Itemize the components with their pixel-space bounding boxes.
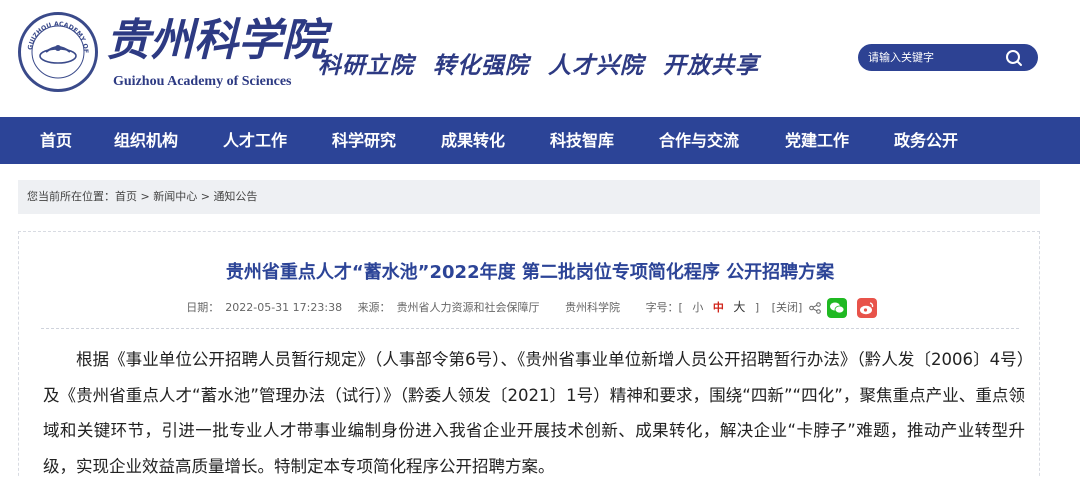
nav-item-home[interactable]: 首页	[40, 117, 72, 164]
brand-name-en: Guizhou Academy of Sciences	[113, 74, 292, 89]
breadcrumb-separator: >	[200, 190, 210, 203]
article-meta: 日期： 2022-05-31 17:23:38 来源： 贵州省人力资源和社会保障厅 …	[19, 298, 1041, 318]
nav-item-think-tank[interactable]: 科技智库	[550, 117, 614, 164]
search-input[interactable]	[868, 48, 998, 67]
search-button[interactable]	[998, 46, 1030, 69]
breadcrumb-notices[interactable]: 通知公告	[213, 190, 257, 203]
source-label: 来源：	[357, 301, 391, 314]
font-size-label: 字号：[	[645, 301, 683, 314]
article-panel: 贵州省重点人才“蓄水池”2022年度 第二批岗位专项简化程序 公开招聘方案 日期…	[18, 231, 1040, 477]
slogan: 科研立院 转化强院 人才兴院 开放共享	[318, 52, 760, 79]
weibo-icon[interactable]	[856, 298, 877, 318]
share-icon[interactable]	[808, 302, 821, 314]
breadcrumb-separator: >	[140, 190, 150, 203]
brand-name-cn[interactable]: 贵州科学院	[106, 10, 326, 72]
breadcrumb-prefix: 您当前所在位置：	[27, 190, 115, 203]
article-source: 贵州省人力资源和社会保障厅	[396, 301, 540, 314]
academy-seal-icon[interactable]: GUIZHOU ACADEMY OF SCIENCES	[18, 12, 98, 92]
article-title: 贵州省重点人才“蓄水池”2022年度 第二批岗位专项简化程序 公开招聘方案	[225, 262, 835, 283]
article-body: 根据《事业单位公开招聘人员暂行规定》（人事部令第6号）、《贵州省事业单位新增人员…	[43, 350, 1025, 476]
breadcrumb: 您当前所在位置：首页 > 新闻中心 > 通知公告	[18, 180, 1040, 214]
search-icon	[1006, 50, 1022, 66]
article-author: 贵州科学院	[565, 301, 621, 314]
date-label: 日期：	[186, 301, 220, 314]
site-header: GUIZHOU ACADEMY OF SCIENCES 贵州科学院 Guizho…	[0, 0, 1080, 117]
font-size-small-button[interactable]: 小	[692, 301, 703, 314]
article-date: 2022-05-31 17:23:38	[225, 301, 343, 314]
font-size-large-button[interactable]: 大	[733, 300, 745, 314]
nav-item-talent[interactable]: 人才工作	[223, 117, 287, 164]
close-button[interactable]: [关闭]	[772, 301, 803, 314]
breadcrumb-news[interactable]: 新闻中心	[153, 190, 197, 203]
meta-divider	[41, 328, 1019, 329]
wechat-icon[interactable]	[827, 298, 848, 318]
breadcrumb-home[interactable]: 首页	[115, 190, 137, 203]
font-size-medium-button[interactable]: 中	[713, 301, 724, 314]
main-nav: 首页 组织机构 人才工作 科学研究 成果转化 科技智库 合作与交流 党建工作 政…	[0, 117, 1080, 164]
nav-item-achievements[interactable]: 成果转化	[441, 117, 505, 164]
nav-item-research[interactable]: 科学研究	[332, 117, 396, 164]
nav-item-gov-affairs[interactable]: 政务公开	[894, 117, 958, 164]
nav-item-cooperation[interactable]: 合作与交流	[659, 117, 739, 164]
nav-item-organization[interactable]: 组织机构	[114, 117, 178, 164]
font-size-bracket: ]	[754, 301, 760, 314]
nav-item-party[interactable]: 党建工作	[785, 117, 849, 164]
